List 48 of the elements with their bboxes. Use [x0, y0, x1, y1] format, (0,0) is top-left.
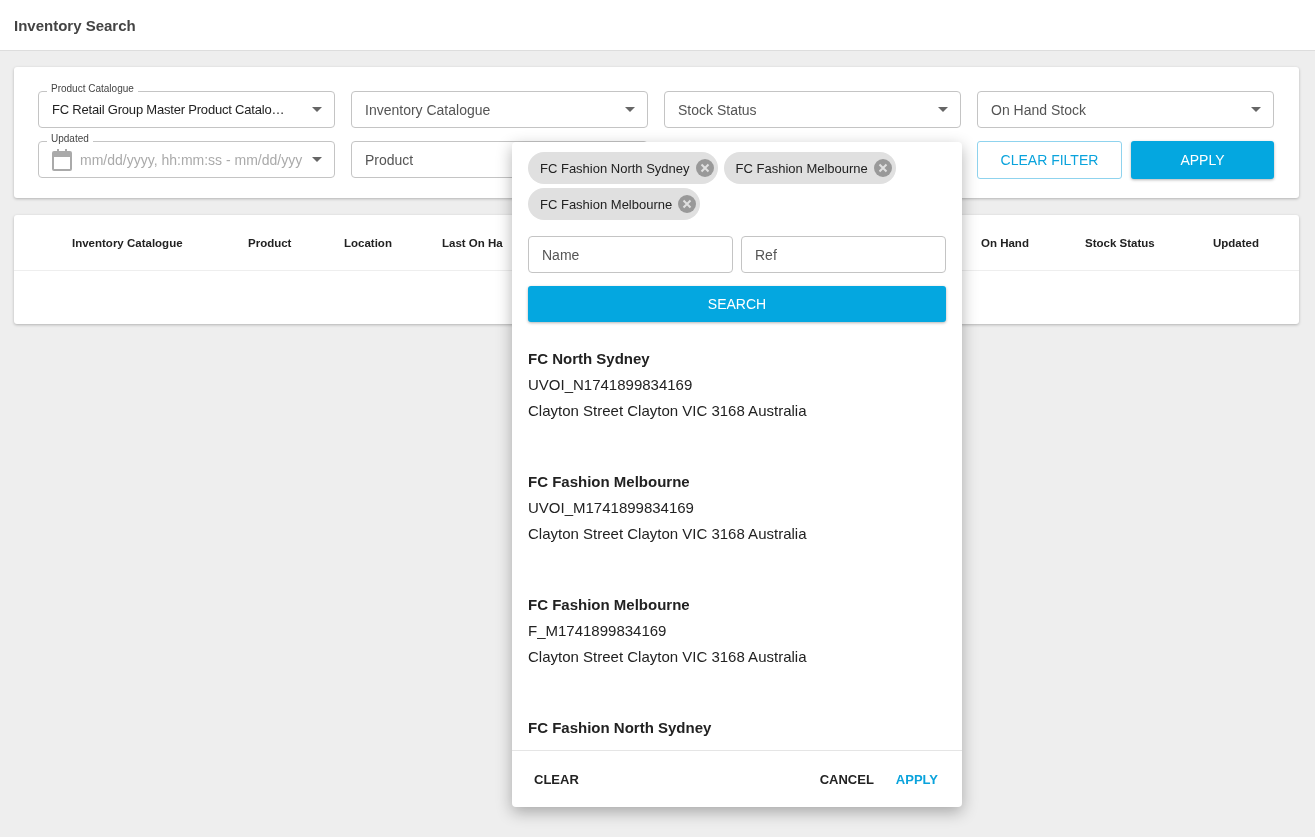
select-field[interactable]: Inventory Catalogue — [351, 91, 648, 128]
field-placeholder: On Hand Stock — [991, 101, 1087, 118]
location-ref: UVOI_M1741899834169 — [528, 499, 695, 516]
location-card[interactable]: FC Fashion Melbourne F_M1741899834169 Clayton Street Clayton VIC 3168 Australia — [512, 582, 962, 705]
remove-icon[interactable] — [873, 159, 892, 177]
calendar-icon — [52, 148, 72, 171]
dropdown-caret-icon — [312, 107, 322, 112]
clear-button[interactable]: CLEAR — [526, 765, 587, 793]
name-field[interactable]: Name — [528, 236, 733, 273]
dropdown-caret-icon — [625, 107, 635, 112]
column-header: On Hand — [981, 236, 1030, 249]
column-header: Inventory Catalogue — [72, 236, 184, 249]
select-field[interactable]: On Hand Stock — [977, 91, 1274, 128]
location-chip[interactable]: FC Fashion Melbourne — [723, 152, 896, 184]
column-header: Product — [248, 236, 293, 249]
location-name: FC Fashion Melbourne — [528, 596, 691, 613]
location-ref: F_M1741899834169 — [528, 622, 668, 639]
location-address: Clayton Street Clayton VIC 3168 Australia — [528, 402, 808, 419]
field-placeholder: Product — [365, 151, 415, 168]
field-label: Product Catalogue — [47, 83, 138, 94]
location-address: Clayton Street Clayton VIC 3168 Australia — [528, 525, 808, 542]
dropdown-caret-icon — [938, 107, 948, 112]
location-chip[interactable]: FC Fashion North Sydney — [528, 152, 718, 184]
dropdown-caret-icon — [312, 157, 322, 162]
column-header: Last On Ha — [442, 236, 504, 249]
column-header: Location — [344, 236, 393, 249]
select-field[interactable]: Stock Status — [664, 91, 961, 128]
location-name: FC North Sydney — [528, 350, 651, 367]
column-header: Updated — [1213, 236, 1259, 249]
cancel-button[interactable]: CANCEL — [811, 765, 882, 793]
ref-field[interactable]: Ref — [741, 236, 946, 273]
location-name: FC Fashion North Sydney — [528, 719, 713, 736]
location-chip[interactable]: FC Fashion Melbourne — [528, 188, 701, 220]
field-label: Updated — [47, 133, 93, 144]
location-address: Clayton Street Clayton VIC 3168 Australia — [528, 648, 808, 665]
remove-icon[interactable] — [695, 159, 714, 177]
column-header: Stock Status — [1085, 236, 1156, 249]
location-card[interactable]: FC North Sydney UVOI_N1741899834169 Clayton Street Clayton VIC 3168 Australia — [512, 336, 962, 459]
field-value: FC Retail Group Master Product Catalo… — [52, 102, 286, 117]
dropdown-caret-icon — [1251, 107, 1261, 112]
field-placeholder: Stock Status — [678, 101, 758, 118]
field-placeholder: Inventory Catalogue — [365, 101, 492, 118]
location-name: FC Fashion Melbourne — [528, 473, 691, 490]
field-placeholder: mm/dd/yyyy, hh:mm:ss - mm/dd/yyy — [80, 151, 304, 168]
page-title: Inventory Search — [14, 16, 136, 34]
location-card[interactable]: FC Fashion Melbourne UVOI_M1741899834169 Clayton Street Clayton VIC 3168 Australia — [512, 459, 962, 582]
location-ref: UVOI_N1741899834169 — [528, 376, 694, 393]
remove-icon[interactable] — [678, 195, 697, 213]
